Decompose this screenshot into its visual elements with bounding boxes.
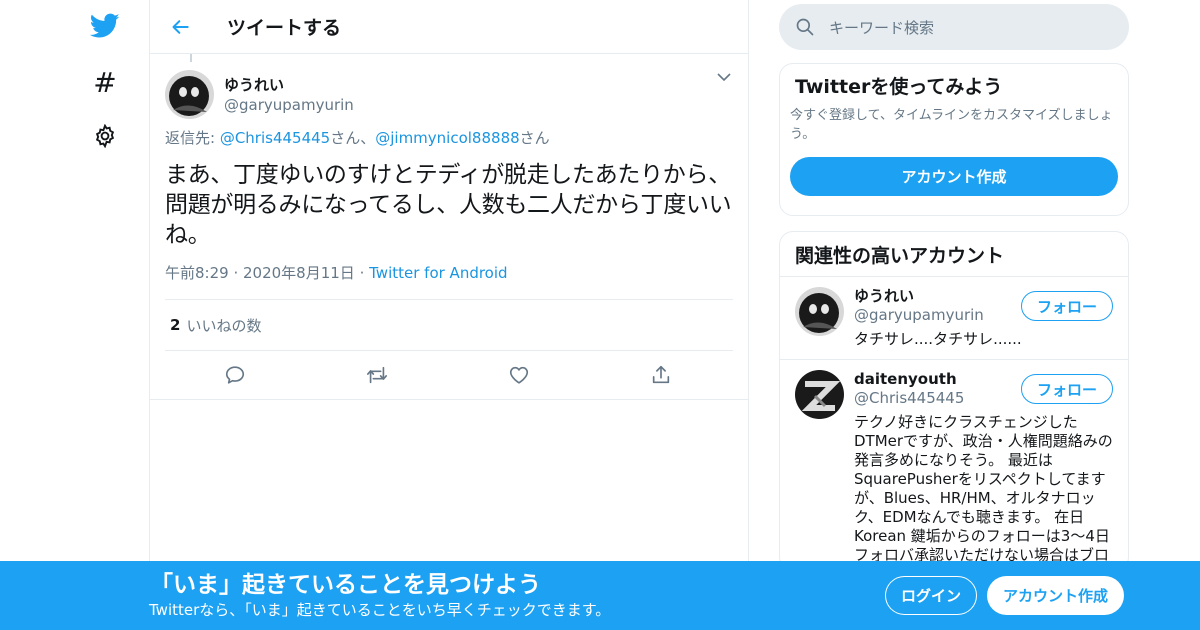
retweet-icon[interactable] [365,363,389,387]
follow-button[interactable]: フォロー [1021,374,1113,404]
gear-icon[interactable] [90,121,120,151]
reply-user-link[interactable]: @jimmynicol88888 [375,129,519,147]
reply-context: 返信先: @Chris445445さん、@jimmynicol88888さん [165,128,733,148]
chevron-down-icon[interactable] [715,68,733,86]
tweet-actions [165,351,733,399]
left-nav: # [80,0,130,630]
banner-subtitle: Twitterなら、「いま」起きていることをいち早くチェックできます。 [149,601,611,619]
signup-card: Twitterを使ってみよう 今すぐ登録して、タイムラインをカスタマイズしましょ… [779,63,1129,216]
back-arrow-icon[interactable] [168,14,194,40]
likes-stat[interactable]: 2 いいねの数 [165,300,733,350]
tweet-meta: 午前8:29 · 2020年8月11日 · Twitter for Androi… [165,263,733,283]
create-account-button[interactable]: アカウント作成 [790,157,1118,196]
follow-button[interactable]: フォロー [1021,291,1113,321]
tweet-date[interactable]: 2020年8月11日 [243,264,355,282]
account-bio: テクノ好きにクラスチェンジしたDTMerですが、政治・人権問題絡みの発言多めにな… [854,413,1113,564]
login-button[interactable]: ログイン [885,576,977,615]
page-title: ツイートする [227,17,342,39]
reply-icon[interactable] [223,363,247,387]
hashtag-icon[interactable]: # [90,66,120,99]
tweet: ゆうれい @garyupamyurin 返信先: @Chris445445さん、… [150,54,748,400]
divider [150,399,748,400]
account-bio: タチサレ....タチサレ...... [854,330,1022,348]
separator: · [228,264,243,282]
account-item[interactable]: daitenyouth @Chris445445 テクノ好きにクラスチェンジした… [780,360,1128,570]
page-header: ツイートする [150,0,748,54]
reply-user-link[interactable]: @Chris445445 [220,129,330,147]
author-name[interactable]: ゆうれい [224,75,354,95]
search-icon [796,18,814,36]
tweet-text: まあ、丁度ゆいのすけとテディが脱走したあたりから、問題が明るみになってるし、人数… [165,162,732,248]
related-accounts-title: 関連性の高いアカウント [780,232,1128,277]
search-input[interactable]: キーワード検索 [779,4,1129,50]
likes-count: 2 [170,316,181,334]
reply-suffix: さん [519,129,550,147]
heart-icon[interactable] [507,363,531,387]
avatar[interactable] [165,70,214,119]
account-item[interactable]: ゆうれい @garyupamyurin タチサレ....タチサレ...... フ… [780,277,1128,360]
reply-suffix: さん、 [330,129,376,147]
main-column: ツイートする ゆうれい @garyupamyurin 返信先: @Chris44… [149,0,749,630]
twitter-logo-icon[interactable] [90,11,120,41]
related-accounts-card: 関連性の高いアカウント ゆうれい @garyupamyurin タチサレ....… [779,231,1129,571]
likes-label: いいねの数 [186,316,262,335]
reply-prefix: 返信先: [165,129,220,147]
search-placeholder: キーワード検索 [829,18,935,37]
banner-title: 「いま」起きていることを見つけよう [150,572,541,598]
avatar[interactable] [795,287,844,336]
avatar[interactable] [795,370,844,419]
signup-card-desc: 今すぐ登録して、タイムラインをカスタマイズしましょう。 [790,108,1113,142]
tweet-time[interactable]: 午前8:29 [165,264,229,282]
tweet-source-link[interactable]: Twitter for Android [369,264,507,282]
separator: · [354,264,370,282]
tweet-author: ゆうれい @garyupamyurin [165,54,733,124]
signup-button[interactable]: アカウント作成 [987,576,1124,615]
author-handle[interactable]: @garyupamyurin [224,95,354,115]
signup-banner: 「いま」起きていることを見つけよう Twitterなら、「いま」起きていることを… [0,561,1200,630]
signup-card-title: Twitterを使ってみよう [795,76,1003,98]
share-icon[interactable] [649,363,673,387]
